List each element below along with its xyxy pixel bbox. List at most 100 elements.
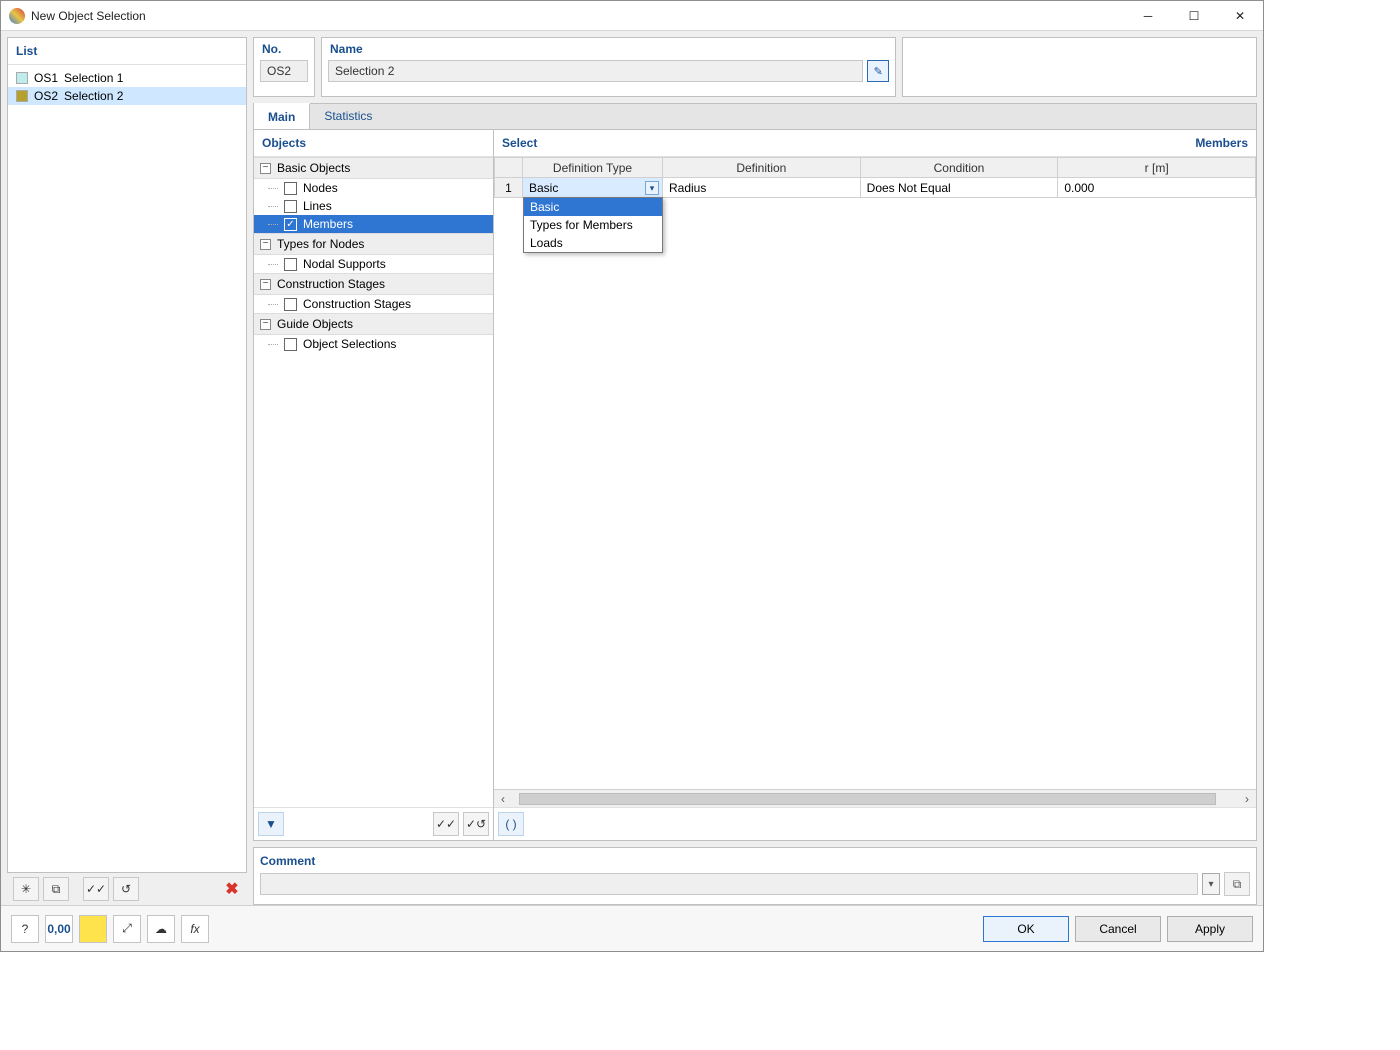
- scroll-left-icon[interactable]: ‹: [494, 790, 512, 807]
- select-subtitle: Members: [1195, 136, 1248, 150]
- apply-button[interactable]: Apply: [1167, 916, 1253, 942]
- name-label: Name: [322, 38, 895, 60]
- dimension-button[interactable]: ⤢: [113, 915, 141, 943]
- row-header-blank: [495, 158, 523, 178]
- check-all-objects-button[interactable]: ✓✓: [433, 812, 459, 836]
- list-panel: List OS1 Selection 1 OS2 Selection 2: [7, 37, 247, 873]
- select-header: Select: [502, 136, 1195, 150]
- comment-dropdown-button[interactable]: ▾: [1202, 873, 1220, 895]
- close-button[interactable]: ✕: [1217, 1, 1263, 30]
- titlebar: New Object Selection ─ ☐ ✕: [1, 1, 1263, 31]
- delete-selection-button[interactable]: ✖: [223, 880, 241, 898]
- scroll-right-icon[interactable]: ›: [1238, 790, 1256, 807]
- checkbox[interactable]: [284, 200, 297, 213]
- cancel-button[interactable]: Cancel: [1075, 916, 1161, 942]
- collapse-icon[interactable]: −: [260, 279, 271, 290]
- col-condition[interactable]: Condition: [860, 158, 1058, 178]
- check-all-button[interactable]: ✓✓: [83, 877, 109, 901]
- tree-item-lines[interactable]: Lines: [254, 197, 493, 215]
- collapse-icon[interactable]: −: [260, 239, 271, 250]
- filter-button[interactable]: ▼: [258, 812, 284, 836]
- chevron-down-icon[interactable]: ▾: [645, 181, 659, 195]
- maximize-button[interactable]: ☐: [1171, 1, 1217, 30]
- list-item-code: OS1: [34, 71, 58, 85]
- col-definition-type[interactable]: Definition Type: [523, 158, 663, 178]
- list-item[interactable]: OS2 Selection 2: [8, 87, 246, 105]
- checkbox[interactable]: [284, 182, 297, 195]
- ok-button[interactable]: OK: [983, 916, 1069, 942]
- objects-header: Objects: [254, 130, 493, 157]
- name-value: Selection 2: [328, 60, 863, 82]
- collapse-icon[interactable]: −: [260, 163, 271, 174]
- checkbox[interactable]: [284, 258, 297, 271]
- tab-statistics[interactable]: Statistics: [310, 104, 386, 129]
- name-box: Name Selection 2 ✎: [321, 37, 896, 97]
- tab-main[interactable]: Main: [254, 103, 310, 129]
- app-icon: [9, 8, 25, 24]
- cell-definition[interactable]: Radius: [663, 178, 861, 198]
- dialog-window: New Object Selection ─ ☐ ✕ List OS1 Sele…: [0, 0, 1264, 952]
- tree-item-members[interactable]: Members: [254, 215, 493, 233]
- list-item[interactable]: OS1 Selection 1: [8, 69, 246, 87]
- cell-condition[interactable]: Does Not Equal: [860, 178, 1058, 198]
- list-toolbar: ✳ ⧉ ✓✓ ↺ ✖: [7, 873, 247, 905]
- checkbox[interactable]: [284, 218, 297, 231]
- cell-value[interactable]: 0.000: [1058, 178, 1256, 198]
- formula-button[interactable]: fx: [181, 915, 209, 943]
- horizontal-scrollbar[interactable]: ‹ ›: [494, 789, 1256, 807]
- checkbox[interactable]: [284, 338, 297, 351]
- window-title: New Object Selection: [31, 9, 1125, 23]
- dropdown-option[interactable]: Types for Members: [524, 216, 662, 234]
- tabs: Main Statistics: [253, 103, 1257, 129]
- tree-group-header[interactable]: −Basic Objects: [254, 157, 493, 179]
- edit-name-button[interactable]: ✎: [867, 60, 889, 82]
- tree-item-nodes[interactable]: Nodes: [254, 179, 493, 197]
- table-row[interactable]: 1 Basic ▾ Radius Does Not Equal 0.000: [495, 178, 1256, 198]
- tree-item-construction-stages[interactable]: Construction Stages: [254, 295, 493, 313]
- view-button[interactable]: ☁: [147, 915, 175, 943]
- col-r[interactable]: r [m]: [1058, 158, 1256, 178]
- cell-definition-type[interactable]: Basic ▾: [523, 178, 663, 198]
- list-item-code: OS2: [34, 89, 58, 103]
- dropdown-option[interactable]: Basic: [524, 198, 662, 216]
- tree-item-nodal-supports[interactable]: Nodal Supports: [254, 255, 493, 273]
- units-button[interactable]: 0,00: [45, 915, 73, 943]
- dialog-footer: ? 0,00 ⤢ ☁ fx OK Cancel Apply: [1, 905, 1263, 951]
- objects-panel: Objects −Basic Objects Nodes Lines Membe…: [254, 130, 494, 840]
- parentheses-button[interactable]: ( ): [498, 812, 524, 836]
- selection-list[interactable]: OS1 Selection 1 OS2 Selection 2: [8, 65, 246, 872]
- select-table[interactable]: Definition Type Definition Condition r […: [494, 157, 1256, 198]
- list-item-name: Selection 2: [64, 89, 123, 103]
- list-item-name: Selection 1: [64, 71, 123, 85]
- dropdown-option[interactable]: Loads: [524, 234, 662, 252]
- comment-copy-button[interactable]: ⧉: [1224, 872, 1250, 896]
- no-value: OS2: [260, 60, 308, 82]
- col-definition[interactable]: Definition: [663, 158, 861, 178]
- row-number: 1: [495, 178, 523, 198]
- uncheck-all-button[interactable]: ↺: [113, 877, 139, 901]
- duplicate-selection-button[interactable]: ⧉: [43, 877, 69, 901]
- swatch-icon: [16, 90, 28, 102]
- comment-panel: Comment ▾ ⧉: [253, 847, 1257, 905]
- tree-item-object-selections[interactable]: Object Selections: [254, 335, 493, 353]
- new-selection-button[interactable]: ✳: [13, 877, 39, 901]
- preview-box: [902, 37, 1257, 97]
- tree-group-header[interactable]: −Types for Nodes: [254, 233, 493, 255]
- definition-type-dropdown[interactable]: Basic Types for Members Loads: [523, 197, 663, 253]
- color-button[interactable]: [79, 915, 107, 943]
- objects-tree[interactable]: −Basic Objects Nodes Lines Members −Type…: [254, 157, 493, 807]
- comment-input[interactable]: [260, 873, 1198, 895]
- help-button[interactable]: ?: [11, 915, 39, 943]
- checkbox[interactable]: [284, 298, 297, 311]
- collapse-icon[interactable]: −: [260, 319, 271, 330]
- tree-group-header[interactable]: −Construction Stages: [254, 273, 493, 295]
- toggle-checks-button[interactable]: ✓↺: [463, 812, 489, 836]
- select-panel: Select Members Definition Type Definitio…: [494, 130, 1256, 840]
- comment-header: Comment: [260, 852, 1250, 872]
- swatch-icon: [16, 72, 28, 84]
- list-header: List: [8, 38, 246, 65]
- minimize-button[interactable]: ─: [1125, 1, 1171, 30]
- no-box: No. OS2: [253, 37, 315, 97]
- no-label: No.: [254, 38, 314, 60]
- tree-group-header[interactable]: −Guide Objects: [254, 313, 493, 335]
